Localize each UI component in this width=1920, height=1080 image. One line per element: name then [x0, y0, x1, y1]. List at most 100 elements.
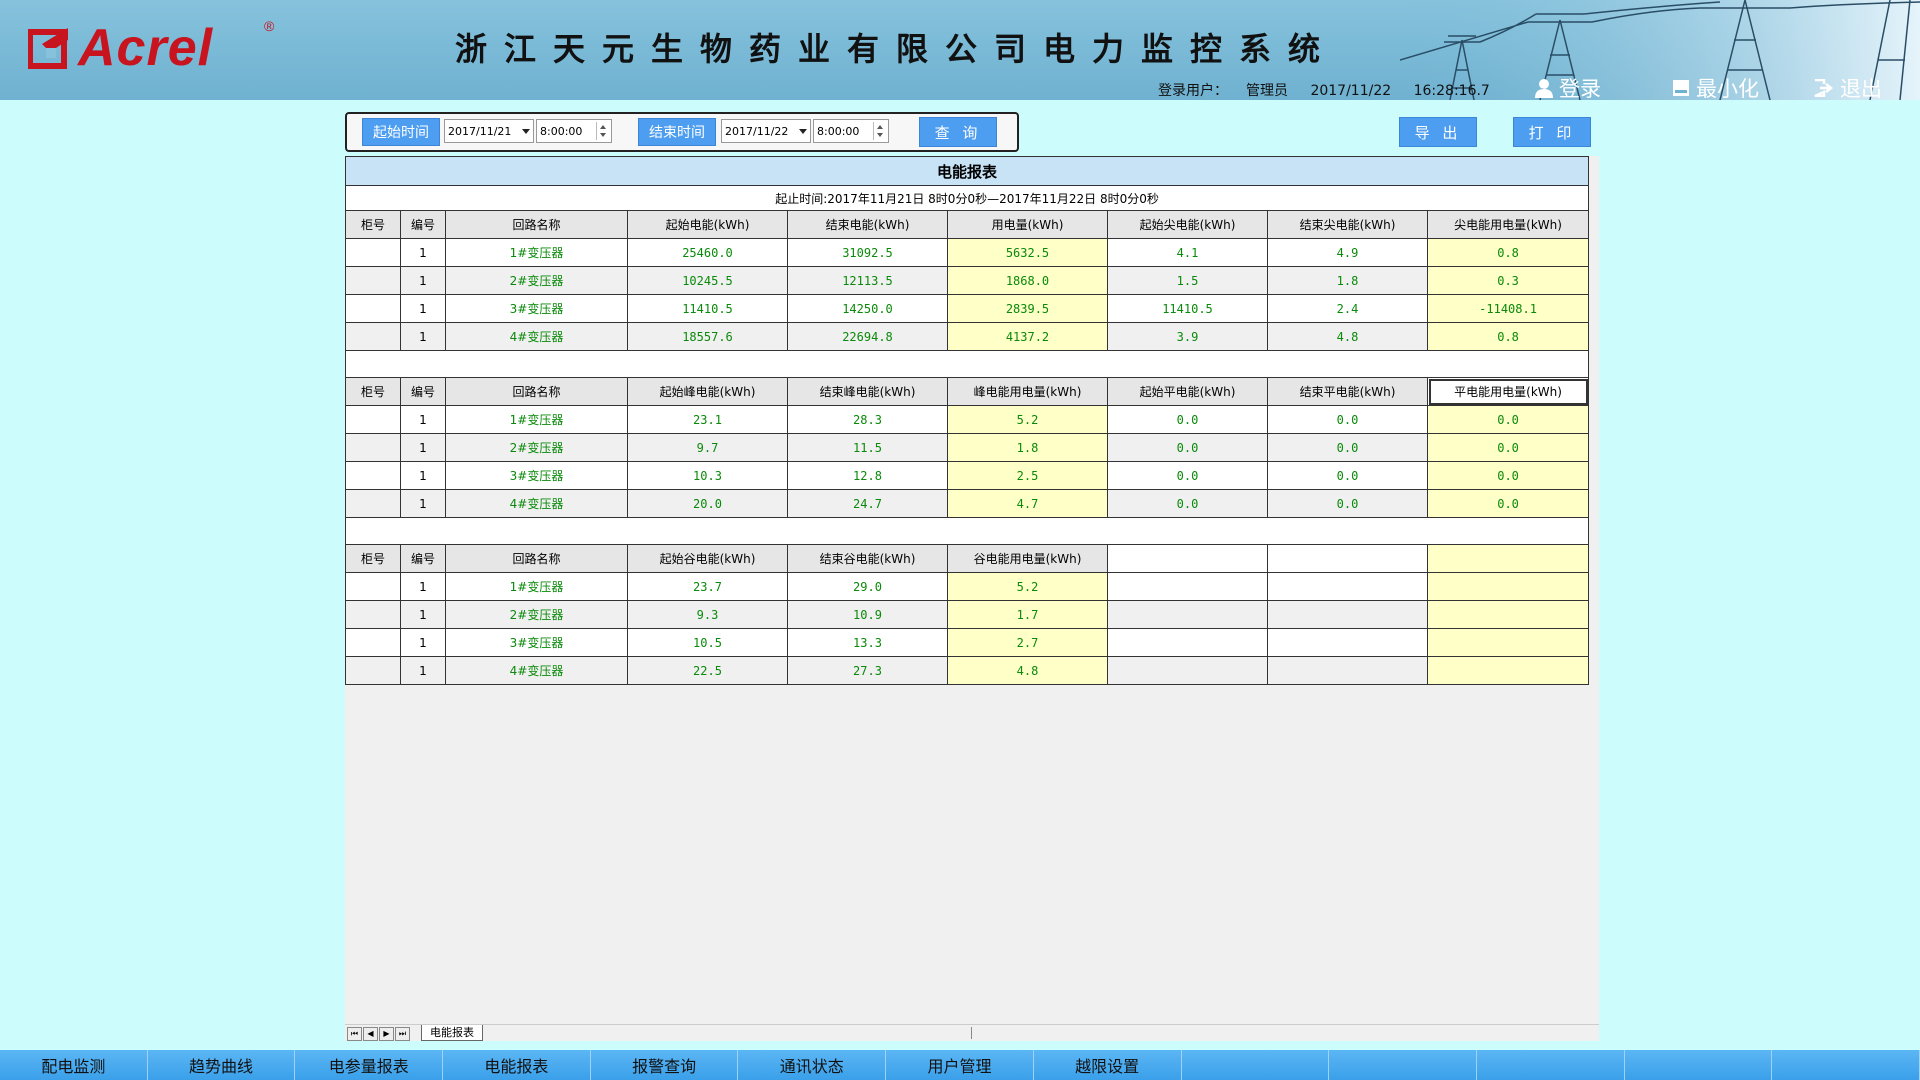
table-cell[interactable]: 0.0	[1426, 461, 1590, 490]
table-cell[interactable]	[1426, 572, 1590, 601]
login-button[interactable]: 登录	[1535, 73, 1601, 100]
table-cell[interactable]: 11410.5	[1107, 294, 1268, 323]
table-cell[interactable]: 23.7	[627, 572, 788, 601]
table-cell[interactable]: 1	[400, 433, 446, 462]
column-header[interactable]	[1267, 544, 1428, 573]
table-cell[interactable]	[345, 238, 401, 267]
table-cell[interactable]: 31092.5	[787, 238, 948, 267]
table-cell[interactable]: 4137.2	[947, 322, 1108, 351]
table-cell[interactable]: 1#变压器	[445, 405, 628, 434]
table-cell[interactable]: 9.3	[627, 600, 788, 629]
table-cell[interactable]: 0.0	[1267, 405, 1428, 434]
column-header[interactable]: 结束谷电能(kWh)	[787, 544, 948, 573]
print-button[interactable]: 打 印	[1513, 117, 1591, 147]
table-cell[interactable]: 1	[400, 461, 446, 490]
table-cell[interactable]: 0.0	[1426, 489, 1590, 518]
nav-item[interactable]: 用户管理	[886, 1050, 1034, 1080]
table-cell[interactable]: 20.0	[627, 489, 788, 518]
column-header[interactable]: 峰电能用电量(kWh)	[947, 377, 1108, 406]
table-cell[interactable]: 1	[400, 489, 446, 518]
table-cell[interactable]: 18557.6	[627, 322, 788, 351]
table-cell[interactable]: 0.0	[1107, 489, 1268, 518]
column-header[interactable]: 编号	[400, 210, 446, 239]
table-cell[interactable]: 4.7	[947, 489, 1108, 518]
column-header[interactable]: 柜号	[345, 210, 401, 239]
start-date-picker[interactable]: 2017/11/21	[444, 119, 534, 143]
horizontal-scrollbar[interactable]	[971, 1027, 1596, 1039]
table-cell[interactable]: 0.0	[1267, 433, 1428, 462]
spin-arrows-icon[interactable]	[596, 122, 609, 140]
table-cell[interactable]: 0.0	[1107, 433, 1268, 462]
table-cell[interactable]: 14250.0	[787, 294, 948, 323]
table-cell[interactable]: 3#变压器	[445, 461, 628, 490]
table-cell[interactable]: 1	[400, 294, 446, 323]
table-cell[interactable]	[345, 656, 401, 685]
table-cell[interactable]: 1	[400, 266, 446, 295]
table-cell[interactable]: 0.8	[1426, 238, 1590, 267]
table-cell[interactable]	[345, 600, 401, 629]
table-cell[interactable]	[1107, 656, 1268, 685]
table-cell[interactable]: 10.5	[627, 628, 788, 657]
table-cell[interactable]	[1267, 600, 1428, 629]
table-cell[interactable]	[1426, 628, 1590, 657]
nav-item-empty[interactable]	[1477, 1050, 1625, 1080]
table-cell[interactable]: 1#变压器	[445, 238, 628, 267]
column-header[interactable]: 编号	[400, 377, 446, 406]
column-header[interactable]: 平电能用电量(kWh)	[1426, 377, 1590, 406]
table-cell[interactable]: 0.0	[1426, 405, 1590, 434]
next-sheet-icon[interactable]: ▶	[379, 1027, 394, 1041]
column-header[interactable]	[1107, 544, 1268, 573]
table-cell[interactable]	[1107, 600, 1268, 629]
table-cell[interactable]	[345, 322, 401, 351]
table-cell[interactable]	[345, 433, 401, 462]
table-cell[interactable]: 13.3	[787, 628, 948, 657]
table-cell[interactable]	[345, 405, 401, 434]
table-cell[interactable]	[1107, 628, 1268, 657]
column-header[interactable]: 结束平电能(kWh)	[1267, 377, 1428, 406]
column-header[interactable]: 柜号	[345, 377, 401, 406]
table-cell[interactable]: 4.8	[1267, 322, 1428, 351]
table-cell[interactable]: 11.5	[787, 433, 948, 462]
table-cell[interactable]: 4#变压器	[445, 322, 628, 351]
table-cell[interactable]: 4.1	[1107, 238, 1268, 267]
nav-item[interactable]: 配电监测	[0, 1050, 148, 1080]
table-cell[interactable]: 23.1	[627, 405, 788, 434]
column-header[interactable]: 结束电能(kWh)	[787, 210, 948, 239]
start-time-stepper[interactable]: 8:00:00	[536, 119, 612, 143]
table-cell[interactable]	[345, 266, 401, 295]
exit-button[interactable]: 退出	[1814, 73, 1882, 100]
end-date-picker[interactable]: 2017/11/22	[721, 119, 811, 143]
table-cell[interactable]: 2839.5	[947, 294, 1108, 323]
nav-item[interactable]: 电参量报表	[295, 1050, 444, 1080]
last-sheet-icon[interactable]: ⏭	[395, 1027, 410, 1041]
table-cell[interactable]: 1	[400, 322, 446, 351]
spin-arrows-icon[interactable]	[873, 122, 886, 140]
table-cell[interactable]: 2#变压器	[445, 433, 628, 462]
table-cell[interactable]: 4#变压器	[445, 656, 628, 685]
table-cell[interactable]: 3#变压器	[445, 294, 628, 323]
nav-item[interactable]: 电能报表	[443, 1050, 591, 1080]
table-cell[interactable]: 29.0	[787, 572, 948, 601]
table-cell[interactable]: 11410.5	[627, 294, 788, 323]
nav-item[interactable]: 通讯状态	[738, 1050, 887, 1080]
table-cell[interactable]: 5.2	[947, 572, 1108, 601]
table-cell[interactable]: 0.0	[1426, 433, 1590, 462]
table-cell[interactable]: 22.5	[627, 656, 788, 685]
table-cell[interactable]: 2.5	[947, 461, 1108, 490]
table-cell[interactable]	[345, 572, 401, 601]
table-cell[interactable]: 4.9	[1267, 238, 1428, 267]
table-cell[interactable]: 0.8	[1426, 322, 1590, 351]
table-cell[interactable]: 12113.5	[787, 266, 948, 295]
table-cell[interactable]: 1	[400, 405, 446, 434]
table-cell[interactable]	[1426, 656, 1590, 685]
nav-item[interactable]: 报警查询	[591, 1050, 739, 1080]
nav-item-empty[interactable]	[1182, 1050, 1330, 1080]
table-cell[interactable]: 3.9	[1107, 322, 1268, 351]
table-cell[interactable]: 0.0	[1107, 461, 1268, 490]
export-button[interactable]: 导 出	[1399, 117, 1477, 147]
table-cell[interactable]: 28.3	[787, 405, 948, 434]
table-cell[interactable]	[345, 628, 401, 657]
column-header[interactable]: 谷电能用电量(kWh)	[947, 544, 1108, 573]
column-header[interactable]: 柜号	[345, 544, 401, 573]
table-cell[interactable]: 2#变压器	[445, 266, 628, 295]
